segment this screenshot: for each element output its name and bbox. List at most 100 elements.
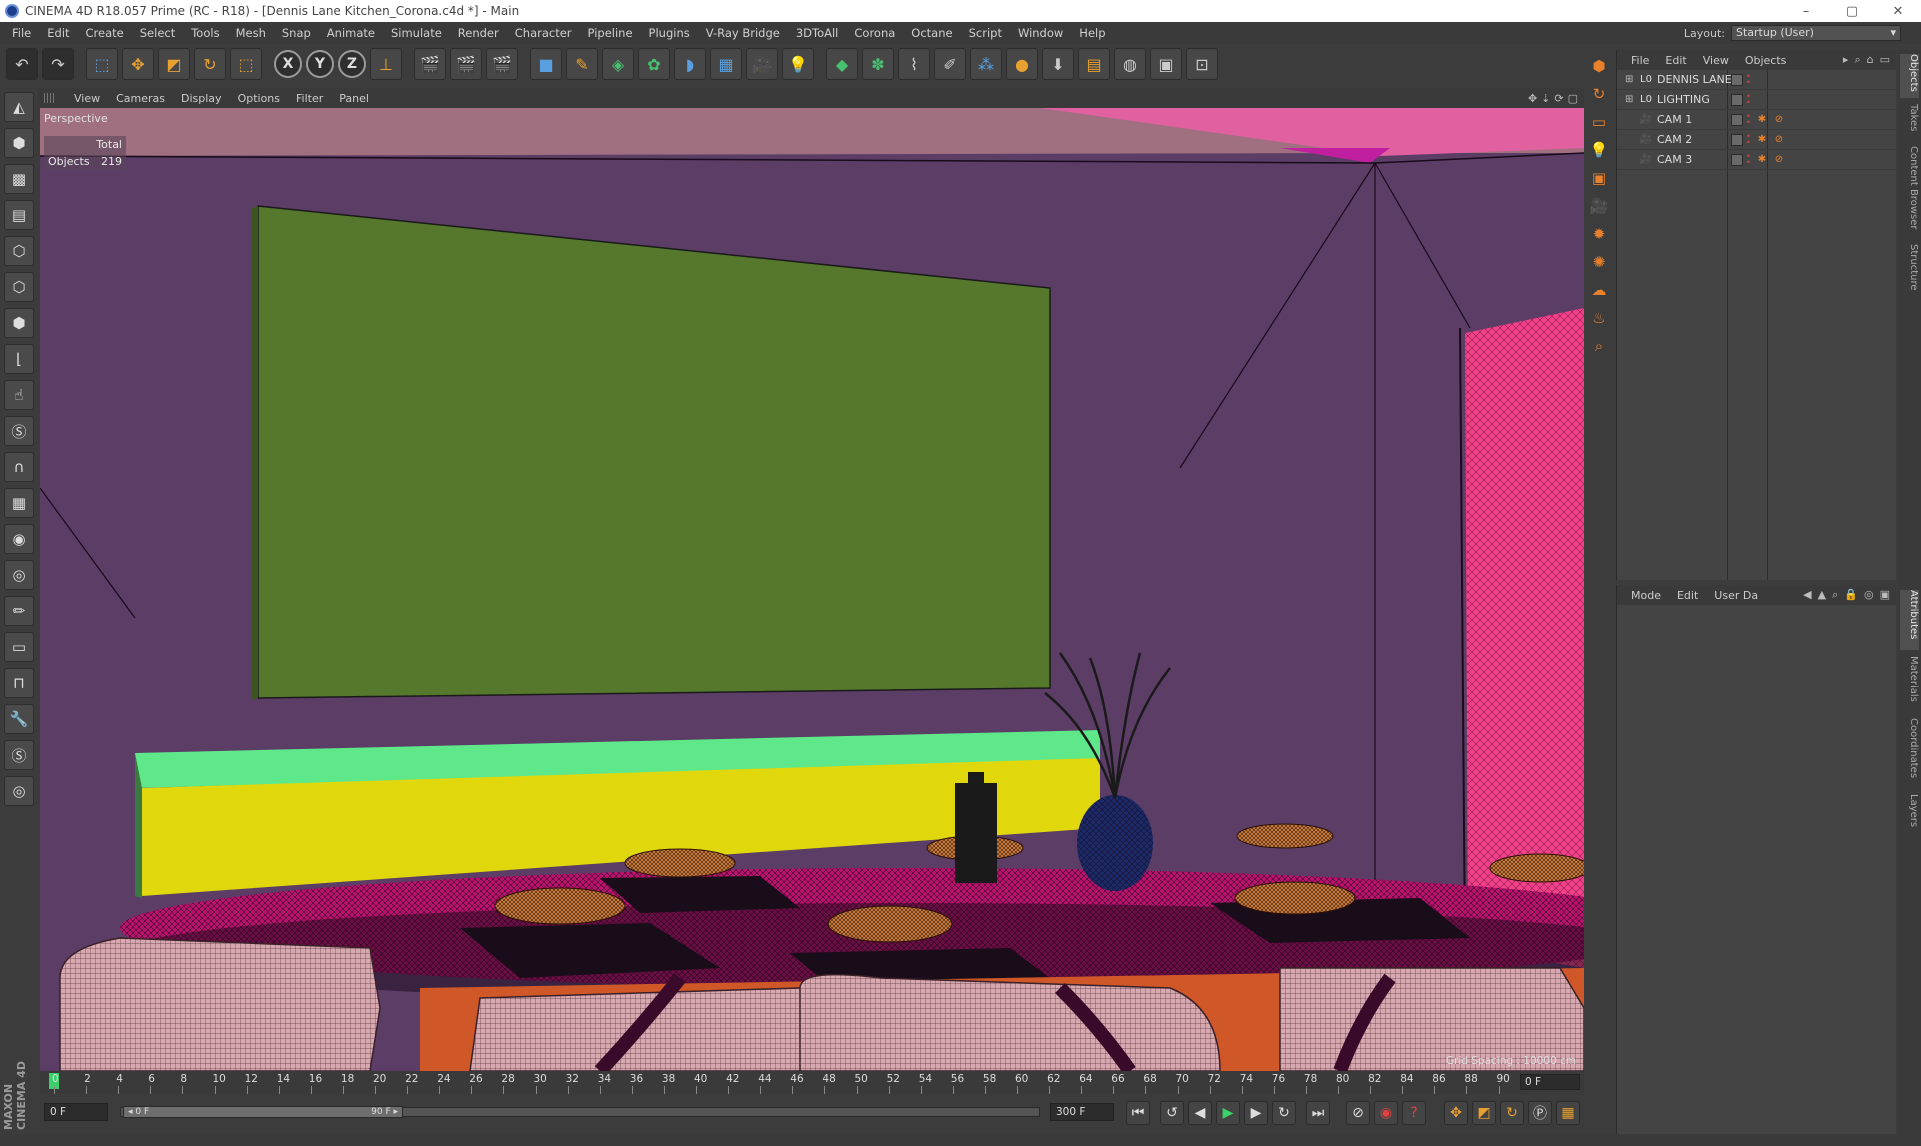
menu-octane[interactable]: Octane (903, 26, 960, 40)
record-keys-icon[interactable]: ⊘ (1346, 1101, 1370, 1125)
back-arrow-icon[interactable]: ◀ (1803, 588, 1811, 602)
previous-key-icon[interactable]: ↺ (1160, 1101, 1184, 1125)
redo-icon[interactable]: ↷ (42, 48, 74, 80)
keyframe-selection-icon[interactable]: ? (1402, 1101, 1426, 1125)
om-menu-edit[interactable]: Edit (1657, 54, 1694, 67)
object-row-cam-2[interactable]: 🎥 CAM 2 • • ✱ ⊘ (1617, 130, 1896, 150)
menu-help[interactable]: Help (1071, 26, 1113, 40)
perspective-viewport[interactable]: Perspective Total Objects 219 Grid Spacin… (40, 108, 1584, 1071)
deformer-icon[interactable]: ◗ (674, 48, 706, 80)
editor-visibility-checkbox[interactable] (1731, 133, 1743, 146)
viewport-menu-display[interactable]: Display (173, 92, 230, 105)
light-icon[interactable]: 💡 (782, 48, 814, 80)
camera-group-icon[interactable]: 🎥 (1587, 194, 1611, 218)
tools-icon[interactable]: 🔧 (4, 704, 34, 734)
menu-pipeline[interactable]: Pipeline (580, 26, 641, 40)
points-mode-icon[interactable]: ⬡ (4, 236, 34, 266)
object-row-cam-3[interactable]: 🎥 CAM 3 • • ✱ ⊘ (1617, 150, 1896, 170)
protection-tag-icon[interactable]: ⊘ (1772, 134, 1786, 146)
menu-tools[interactable]: Tools (183, 26, 227, 40)
preview-range-thumb[interactable]: ◂ 0 F 90 F ▸ (123, 1106, 403, 1118)
protection-tag-icon[interactable]: ⊘ (1772, 114, 1786, 126)
search-icon[interactable]: ⌕ (1832, 588, 1838, 602)
attr-menu-mode[interactable]: Mode (1623, 589, 1669, 602)
menu-select[interactable]: Select (132, 26, 183, 40)
visibility-dots-icon[interactable]: • • (1746, 152, 1752, 166)
object-row-dennis-lane[interactable]: ⊞ L0 DENNIS LANE • • (1617, 70, 1896, 90)
make-editable-icon[interactable]: ◭ (4, 92, 34, 122)
next-frame-icon[interactable]: ▶ (1244, 1101, 1268, 1125)
picture-icon[interactable]: ▣ (1150, 48, 1182, 80)
auto-keying-icon[interactable]: ◉ (1374, 1101, 1398, 1125)
particles-icon[interactable]: ⁂ (970, 48, 1002, 80)
search-green-icon[interactable]: ⌕ (1587, 334, 1611, 358)
new-panel-icon[interactable]: ▣ (1880, 588, 1890, 602)
visibility-dots-icon[interactable]: • • (1746, 72, 1752, 86)
om-menu-view[interactable]: View (1695, 54, 1737, 67)
tag-icon[interactable]: ◆ (826, 48, 858, 80)
visibility-dots-icon[interactable]: • • (1746, 92, 1752, 106)
render-picture-viewer-icon[interactable]: 🎬 (450, 48, 482, 80)
menu-3dtoall[interactable]: 3DToAll (788, 26, 847, 40)
menu-simulate[interactable]: Simulate (383, 26, 450, 40)
editor-visibility-checkbox[interactable] (1731, 73, 1743, 86)
mograph-icon[interactable]: ✽ (862, 48, 894, 80)
render-region-icon[interactable]: ⬢ (1587, 54, 1611, 78)
go-to-start-icon[interactable]: ⏮ (1126, 1101, 1150, 1125)
point-level-key-icon[interactable]: ▦ (1556, 1101, 1580, 1125)
editor-visibility-checkbox[interactable] (1731, 113, 1743, 126)
menu-script[interactable]: Script (961, 26, 1010, 40)
tab-content-browser[interactable]: Content Browser (1900, 146, 1919, 238)
maximize-view-icon[interactable]: ▢ (1568, 92, 1578, 105)
arrow-right-icon[interactable]: ▸ (1843, 53, 1849, 67)
subdivision-icon[interactable]: ◈ (602, 48, 634, 80)
spiral-icon[interactable]: ◎ (4, 776, 34, 806)
hair-icon[interactable]: ⌇ (898, 48, 930, 80)
tweak-icon[interactable]: ☝ (4, 380, 34, 410)
rotate-icon[interactable]: ↻ (194, 48, 226, 80)
next-key-icon[interactable]: ↻ (1272, 1101, 1296, 1125)
editor-visibility-checkbox[interactable] (1731, 153, 1743, 166)
preview-range-slider[interactable]: ◂ 0 F 90 F ▸ (120, 1106, 1040, 1118)
sketch-icon[interactable]: ✐ (934, 48, 966, 80)
model-mode-icon[interactable]: ⬢ (4, 128, 34, 158)
menu-vray-bridge[interactable]: V-Ray Bridge (698, 26, 788, 40)
menu-render[interactable]: Render (450, 26, 507, 40)
menu-create[interactable]: Create (78, 26, 132, 40)
viewport-menu-cameras[interactable]: Cameras (108, 92, 173, 105)
fire-icon[interactable]: ♨ (1587, 306, 1611, 330)
menu-mesh[interactable]: Mesh (228, 26, 274, 40)
minimize-button[interactable]: – (1783, 4, 1829, 19)
solo-icon[interactable]: Ⓢ (4, 416, 34, 446)
cloud-icon[interactable]: ☁ (1587, 278, 1611, 302)
tab-layers[interactable]: Layers (1900, 794, 1919, 834)
layout-dropdown[interactable]: Startup (User) (1731, 25, 1901, 41)
object-row-lighting[interactable]: ⊞ L0 LIGHTING • • (1617, 90, 1896, 110)
floor-plane-icon[interactable]: ▭ (1587, 110, 1611, 134)
viewport-menu-view[interactable]: View (66, 92, 108, 105)
om-menu-file[interactable]: File (1623, 54, 1657, 67)
tab-structure[interactable]: Structure (1900, 244, 1919, 300)
visibility-dots-icon[interactable]: • • (1746, 112, 1752, 126)
tab-attributes[interactable]: Attributes (1900, 590, 1919, 650)
z-axis-icon[interactable]: Z (338, 50, 366, 78)
brush-icon[interactable]: ▦ (4, 488, 34, 518)
y-axis-icon[interactable]: Y (306, 50, 334, 78)
editor-visibility-checkbox[interactable] (1731, 93, 1743, 106)
lock-icon[interactable]: 🔒 (1844, 588, 1858, 602)
magnet-icon[interactable]: ∩ (4, 452, 34, 482)
camera-target-tag-icon[interactable]: ✱ (1755, 134, 1769, 146)
sun-icon[interactable]: ✹ (1587, 222, 1611, 246)
workplane-icon[interactable]: ▤ (4, 200, 34, 230)
viewport-menu-options[interactable]: Options (230, 92, 288, 105)
x-axis-icon[interactable]: X (274, 50, 302, 78)
timeline-ruler[interactable]: 0 2 4 6 8 10 12 14 16 18 20 22 24 26 28 30 32 34 36 38 40 42 4… (40, 1071, 1584, 1095)
position-key-icon[interactable]: ✥ (1444, 1101, 1468, 1125)
search-icon[interactable]: ⌕ (1854, 53, 1860, 67)
camera-target-tag-icon[interactable]: ✱ (1755, 154, 1769, 166)
grip-icon[interactable] (44, 93, 54, 103)
snap-icon[interactable]: ⊓ (4, 668, 34, 698)
edit-render-settings-icon[interactable]: 🎬 (486, 48, 518, 80)
bookmark-icon[interactable]: ▭ (1880, 53, 1890, 67)
menu-window[interactable]: Window (1010, 26, 1071, 40)
